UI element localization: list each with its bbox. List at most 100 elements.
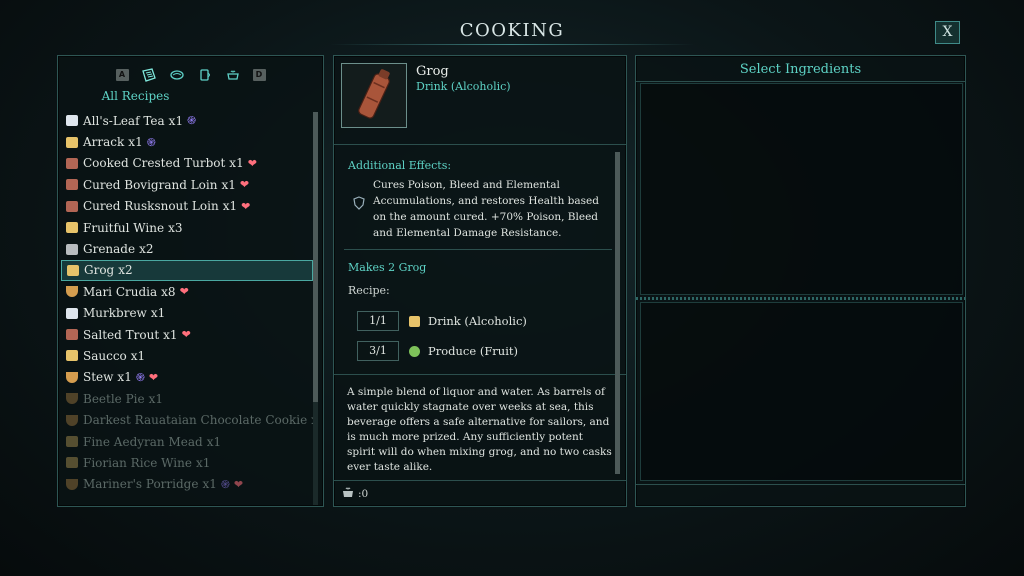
recipe-name: Beetle Pie bbox=[83, 391, 145, 406]
footer-divider bbox=[334, 480, 626, 481]
meat-icon[interactable] bbox=[169, 68, 185, 82]
ingredient-name: Produce (Fruit) bbox=[428, 344, 518, 358]
title-underline bbox=[330, 44, 694, 45]
bowl-icon bbox=[66, 286, 78, 298]
recipe-name: All's-Leaf Tea bbox=[83, 113, 165, 128]
close-button[interactable]: X bbox=[935, 21, 960, 44]
ingredient-row: 1/1 Drink (Alcoholic) bbox=[357, 311, 527, 331]
recipe-item[interactable]: Fiorian Rice Wine x1 bbox=[61, 452, 313, 473]
next-filter-key[interactable]: D bbox=[252, 69, 266, 81]
recipe-scrollbar[interactable] bbox=[313, 112, 318, 505]
recipe-quantity: x1 bbox=[206, 434, 222, 449]
recipe-item[interactable]: Fine Aedyran Mead x1 bbox=[61, 431, 313, 452]
ingredients-title-divider bbox=[636, 81, 965, 82]
recipe-item[interactable]: Cured Bovigrand Loin x1 ❤ bbox=[61, 174, 313, 195]
recipe-name: Grenade bbox=[83, 242, 136, 257]
recipe-item[interactable]: Cooked Crested Turbot x1 ❤ bbox=[61, 153, 313, 174]
recipe-detail-panel: Grog Drink (Alcoholic) Additional Effect… bbox=[333, 55, 627, 507]
recipe-name: Arrack bbox=[83, 135, 125, 150]
recipe-item[interactable]: Darkest Rauataian Chocolate Cookiex1 bbox=[61, 409, 313, 430]
bowl-icon bbox=[66, 478, 78, 490]
recipe-quantity: x1 bbox=[168, 113, 184, 128]
all-recipes-icon[interactable] bbox=[141, 68, 157, 82]
drink-icon bbox=[66, 457, 78, 469]
health-buff-icon: ❤ bbox=[239, 178, 250, 192]
recipe-name: Mari Crudia bbox=[83, 284, 158, 299]
recipe-quantity: x1 bbox=[221, 177, 236, 192]
recipe-item[interactable]: Grenade x2 bbox=[61, 238, 313, 259]
effects-label: Additional Effects: bbox=[348, 159, 452, 172]
recipe-item[interactable]: All's-Leaf Tea x1 ֍ bbox=[61, 110, 313, 131]
filter-label: All Recipes bbox=[101, 89, 170, 103]
drink-icon bbox=[66, 136, 78, 148]
prev-filter-key[interactable]: A bbox=[115, 69, 129, 81]
recipe-item[interactable]: Fruitful Wine x3 bbox=[61, 217, 313, 238]
drink-icon[interactable] bbox=[197, 68, 213, 82]
drink-icon bbox=[66, 222, 78, 234]
health-buff-icon: ❤ bbox=[148, 370, 159, 384]
recipe-quantity: x1 bbox=[117, 370, 132, 385]
item-type: Drink (Alcoholic) bbox=[416, 80, 511, 93]
recipe-scroll-thumb[interactable] bbox=[313, 112, 318, 402]
ingredient-count: 1/1 bbox=[357, 311, 399, 331]
detail-scroll-thumb[interactable] bbox=[615, 152, 620, 474]
result-slot-area[interactable] bbox=[640, 302, 963, 481]
recipe-item[interactable]: Salted Trout x1 ❤ bbox=[61, 324, 313, 345]
recipe-name: Mariner's Porridge bbox=[83, 477, 199, 492]
health-buff-icon: ❤ bbox=[247, 156, 257, 170]
recipe-name: Cooked Crested Turbot bbox=[83, 156, 226, 171]
makes-label: Makes 2 Grog bbox=[348, 261, 427, 274]
recipe-item[interactable]: Beetle Pie x1 bbox=[61, 388, 313, 409]
ingredients-panel: Select Ingredients bbox=[635, 55, 966, 507]
bowl-icon bbox=[66, 371, 78, 383]
header-divider bbox=[334, 144, 626, 145]
recipe-item[interactable]: Arrack x1 ֍ bbox=[61, 131, 313, 152]
recipe-item[interactable]: Saucco x1 bbox=[61, 345, 313, 366]
recipe-name: Fruitful Wine bbox=[83, 220, 165, 235]
arcane-buff-icon: ֍ bbox=[187, 114, 197, 128]
effects-text: Cures Poison, Bleed and Elemental Accumu… bbox=[373, 179, 599, 239]
tea-icon bbox=[66, 307, 78, 319]
recipe-item[interactable]: Cured Rusksnout Loin x1 ❤ bbox=[61, 196, 313, 217]
recipe-quantity: x1 bbox=[163, 327, 178, 342]
arcane-buff-icon: ֍ bbox=[135, 370, 145, 384]
screen-title: COOKING bbox=[459, 20, 565, 41]
drink-icon bbox=[409, 315, 420, 327]
recipe-name: Stew bbox=[83, 370, 114, 385]
health-buff-icon: ❤ bbox=[233, 477, 244, 491]
recipe-item[interactable]: Stew x1 ֍ ❤ bbox=[61, 367, 313, 388]
recipe-name: Salted Trout bbox=[83, 327, 160, 342]
recipe-quantity: x3 bbox=[168, 220, 183, 235]
recipe-quantity: x1 bbox=[195, 455, 211, 470]
recipe-name: Fine Aedyran Mead bbox=[83, 434, 203, 449]
health-buff-icon: ❤ bbox=[179, 285, 189, 299]
detail-scrollbar[interactable] bbox=[615, 152, 620, 474]
cooking-pot-icon bbox=[341, 486, 355, 501]
bomb-icon bbox=[66, 243, 78, 255]
recipe-item[interactable]: Grog x2 bbox=[61, 259, 313, 282]
recipe-quantity: x1 bbox=[128, 135, 143, 150]
ingredient-slot-area[interactable] bbox=[640, 83, 963, 295]
recipe-list: All's-Leaf Tea x1 ֍ Arrack x1 ֍ Cooked Crested… bbox=[61, 110, 313, 506]
recipe-quantity: x1 bbox=[222, 199, 238, 214]
meat-icon bbox=[66, 329, 78, 341]
recipe-item[interactable]: Mariner's Porridge x1 ֍ ❤ bbox=[61, 474, 313, 495]
recipe-name: Darkest Rauataian Chocolate Cookie bbox=[83, 413, 308, 428]
recipe-quantity: x2 bbox=[118, 263, 133, 278]
tea-icon bbox=[66, 115, 78, 127]
drink-icon bbox=[66, 350, 78, 362]
recipe-quantity: x1 bbox=[130, 348, 146, 363]
tea-icon[interactable] bbox=[225, 68, 241, 82]
effects-divider bbox=[344, 249, 612, 250]
ingredients-footer-divider bbox=[636, 484, 965, 485]
recipe-item[interactable]: Murkbrew x1 bbox=[61, 303, 313, 324]
recipe-name: Cured Bovigrand Loin bbox=[83, 177, 218, 192]
recipe-quantity: x8 bbox=[161, 284, 176, 299]
recipe-name: Murkbrew bbox=[83, 306, 147, 321]
arcane-buff-icon: ֍ bbox=[220, 477, 230, 491]
meat-icon bbox=[66, 179, 78, 191]
recipe-item[interactable]: Mari Crudia x8 ❤ bbox=[61, 281, 313, 302]
item-image bbox=[341, 63, 407, 128]
ingredients-separator bbox=[636, 297, 965, 300]
recipe-name: Fiorian Rice Wine bbox=[83, 455, 192, 470]
